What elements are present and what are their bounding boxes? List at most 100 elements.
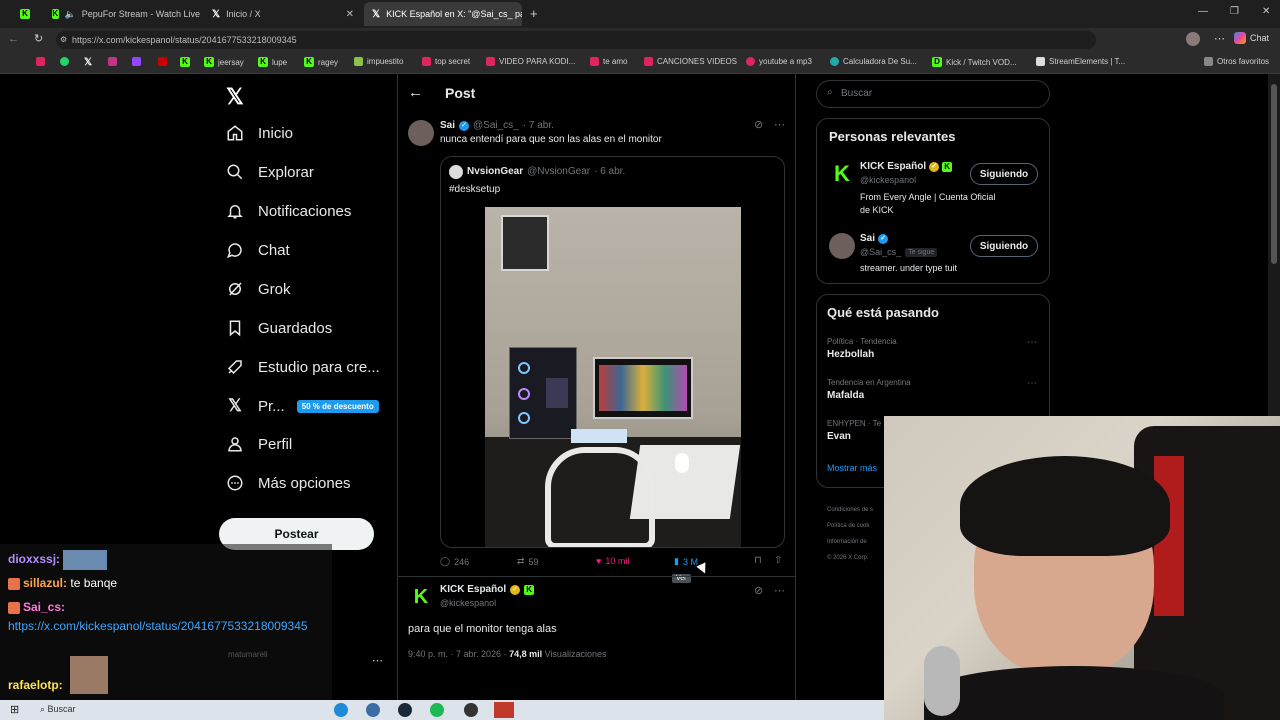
more-options-icon[interactable]: ⋯ — [774, 118, 785, 131]
footer-cookies[interactable]: Política de cook — [827, 518, 873, 534]
back-arrow-icon[interactable]: ← — [408, 84, 423, 101]
footer-info[interactable]: Información de — [827, 534, 873, 550]
chat-more-icon[interactable]: ⋯ — [372, 654, 383, 667]
nav-guardados[interactable]: Guardados — [226, 319, 332, 337]
kick-person-handle[interactable]: @kickespanol — [860, 175, 916, 185]
footer-terms[interactable]: Condiciones de s — [827, 502, 873, 518]
copilot-chat-button[interactable]: Chat — [1234, 32, 1269, 44]
bookmark-jeersay[interactable]: Kjeersay — [204, 57, 244, 67]
trend-evan[interactable]: Evan — [827, 431, 851, 442]
back-icon[interactable]: ← — [8, 33, 19, 45]
bookmark-kick[interactable]: K — [180, 57, 190, 67]
reply-author-handle[interactable]: @kickespanol — [440, 598, 496, 608]
site-info-icon[interactable]: ⚙ — [60, 31, 67, 49]
profile-avatar[interactable] — [1186, 32, 1200, 46]
nav-explorar[interactable]: Explorar — [226, 163, 314, 181]
nav-notificaciones[interactable]: Notificaciones — [226, 202, 351, 220]
center-right-border — [795, 74, 796, 720]
browser-icon[interactable] — [366, 703, 380, 717]
reply-more-options-icon[interactable]: ⋯ — [774, 584, 785, 597]
new-tab-button[interactable]: + — [530, 6, 538, 21]
bookmark-video-kodi[interactable]: VIDEO PARA KODI... — [486, 57, 575, 66]
app-icon[interactable] — [494, 702, 514, 718]
bookmark-lupe[interactable]: Klupe — [258, 57, 287, 67]
view-count[interactable]: ▮ 3 M — [674, 556, 698, 567]
sai-following-button[interactable]: Siguiendo — [970, 235, 1038, 257]
minimize-button[interactable]: — — [1198, 6, 1208, 17]
steam-icon[interactable] — [398, 703, 412, 717]
sai-avatar[interactable] — [408, 120, 434, 146]
bookmark-top-secret[interactable]: top secret — [422, 57, 470, 66]
bookmark-canciones[interactable]: CANCIONES VIDEOS — [644, 57, 737, 66]
nav-mas-opciones[interactable]: Más opciones — [226, 474, 351, 492]
bookmark-impuestito[interactable]: impuestito — [354, 57, 403, 66]
bookmark-x[interactable]: 𝕏 — [84, 57, 92, 68]
scrollbar-thumb[interactable] — [1271, 84, 1277, 264]
menu-icon[interactable]: ⋯ — [1214, 32, 1225, 45]
bookmark-youtube[interactable] — [36, 57, 45, 66]
nav-inicio[interactable]: Inicio — [226, 124, 293, 142]
kick-avatar[interactable]: K — [410, 586, 432, 608]
bookmark-tweet-icon[interactable]: ⊓ — [754, 555, 762, 566]
close-window-button[interactable]: ✕ — [1262, 6, 1270, 17]
nav-grok[interactable]: Grok — [226, 280, 291, 298]
tweet-author-name[interactable]: Sai — [440, 120, 455, 131]
sai-person-name[interactable]: Sai ✓ — [860, 233, 889, 244]
obs-icon[interactable] — [464, 703, 478, 717]
maximize-button[interactable]: ❐ — [1230, 6, 1239, 17]
edge-icon[interactable] — [334, 703, 348, 717]
bookmark-instagram[interactable] — [108, 57, 117, 66]
sai-person-handle[interactable]: @Sai_cs_ — [860, 247, 901, 257]
tab-inicio-x[interactable]: 𝕏 Inicio / X ✕ — [204, 4, 360, 24]
bookmark-streamelements[interactable]: StreamElements | T... — [1036, 57, 1125, 66]
tweet-author-handle[interactable]: @Sai_cs_ — [473, 120, 519, 131]
kick-person-avatar[interactable]: K — [829, 161, 855, 187]
x-logo-icon: 𝕏 — [372, 8, 381, 20]
taskbar-search[interactable]: ⌕ Buscar — [40, 704, 76, 715]
reply-meta: 9:40 p. m. · 7 abr. 2026 · 74,8 mil Visu… — [408, 649, 607, 659]
trend-mafalda[interactable]: Mafalda — [827, 390, 864, 401]
spotify-icon[interactable] — [430, 703, 444, 717]
close-tab-icon[interactable]: ✕ — [346, 9, 360, 20]
reply-timestamp[interactable]: 9:40 p. m. · 7 abr. 2026 · — [408, 649, 509, 659]
tab-kick-espanol[interactable]: 𝕏 KICK Español en X: "@Sai_cs_ para ✕ — [364, 2, 522, 26]
trend-hezbollah[interactable]: Hezbollah — [827, 349, 874, 360]
sai-person-avatar[interactable] — [829, 233, 855, 259]
url-field[interactable]: ⚙ https://x.com/kickespanol/status/20416… — [56, 31, 1096, 49]
repost-count[interactable]: ⇄ 59 — [517, 556, 539, 567]
tweet-time[interactable]: · 7 abr. — [523, 120, 554, 131]
x-home-logo-icon[interactable]: 𝕏 — [226, 84, 244, 110]
tab-kick[interactable]: K — [12, 4, 40, 24]
windows-start-icon[interactable]: ⊞ — [10, 703, 19, 716]
quote-card[interactable]: NvsionGear @NvsionGear · 6 abr. #deskset… — [440, 156, 785, 548]
show-more-link[interactable]: Mostrar más — [827, 463, 877, 473]
nav-chat[interactable]: Chat — [226, 241, 290, 259]
bookmark-ragey[interactable]: Kragey — [304, 57, 338, 67]
bookmark-youtube-mp3[interactable]: youtube a mp3 — [746, 57, 812, 66]
bookmark-kick-twitch-vod[interactable]: D Kick / Twitch VOD... — [932, 57, 1017, 67]
reply-count[interactable]: ◯ 246 — [440, 556, 469, 567]
search-input[interactable]: ⌕ Buscar — [816, 80, 1050, 108]
bookmark-whatsapp[interactable] — [60, 57, 69, 66]
bookmark-otros-favoritos[interactable]: Otros favoritos — [1204, 57, 1269, 66]
tab-pepufor[interactable]: K 🔈 PepuFor Stream - Watch Live — [44, 4, 200, 24]
grok-tweet-icon[interactable]: ⊘ — [754, 118, 763, 131]
share-icon[interactable]: ⇧ — [774, 555, 782, 566]
bookmark-red[interactable] — [158, 57, 167, 66]
bookmark-twitch[interactable] — [132, 57, 141, 66]
grok-reply-icon[interactable]: ⊘ — [754, 584, 763, 597]
chat-link[interactable]: https://x.com/kickespanol/status/2041677… — [8, 618, 320, 635]
desk-setup-photo[interactable] — [485, 207, 741, 547]
bookmark-calculadora[interactable]: Calculadora De Su... — [830, 57, 917, 66]
nav-premium[interactable]: 𝕏 Pr... 50 % de descuento — [226, 396, 379, 415]
nav-estudio[interactable]: Estudio para cre... — [226, 358, 380, 376]
trend-more-icon[interactable]: ⋯ — [1027, 337, 1037, 348]
kick-following-button[interactable]: Siguiendo — [970, 163, 1038, 185]
nav-perfil[interactable]: Perfil — [226, 435, 292, 453]
bookmark-te-amo[interactable]: te amo — [590, 57, 627, 66]
trend-more-icon[interactable]: ⋯ — [1027, 378, 1037, 389]
like-count[interactable]: ♥ 10 mil — [596, 556, 629, 566]
kick-person-name[interactable]: KICK Español ✓ K — [860, 161, 953, 172]
reload-icon[interactable]: ↻ — [34, 32, 43, 45]
reply-author-name[interactable]: KICK Español — [440, 584, 506, 595]
